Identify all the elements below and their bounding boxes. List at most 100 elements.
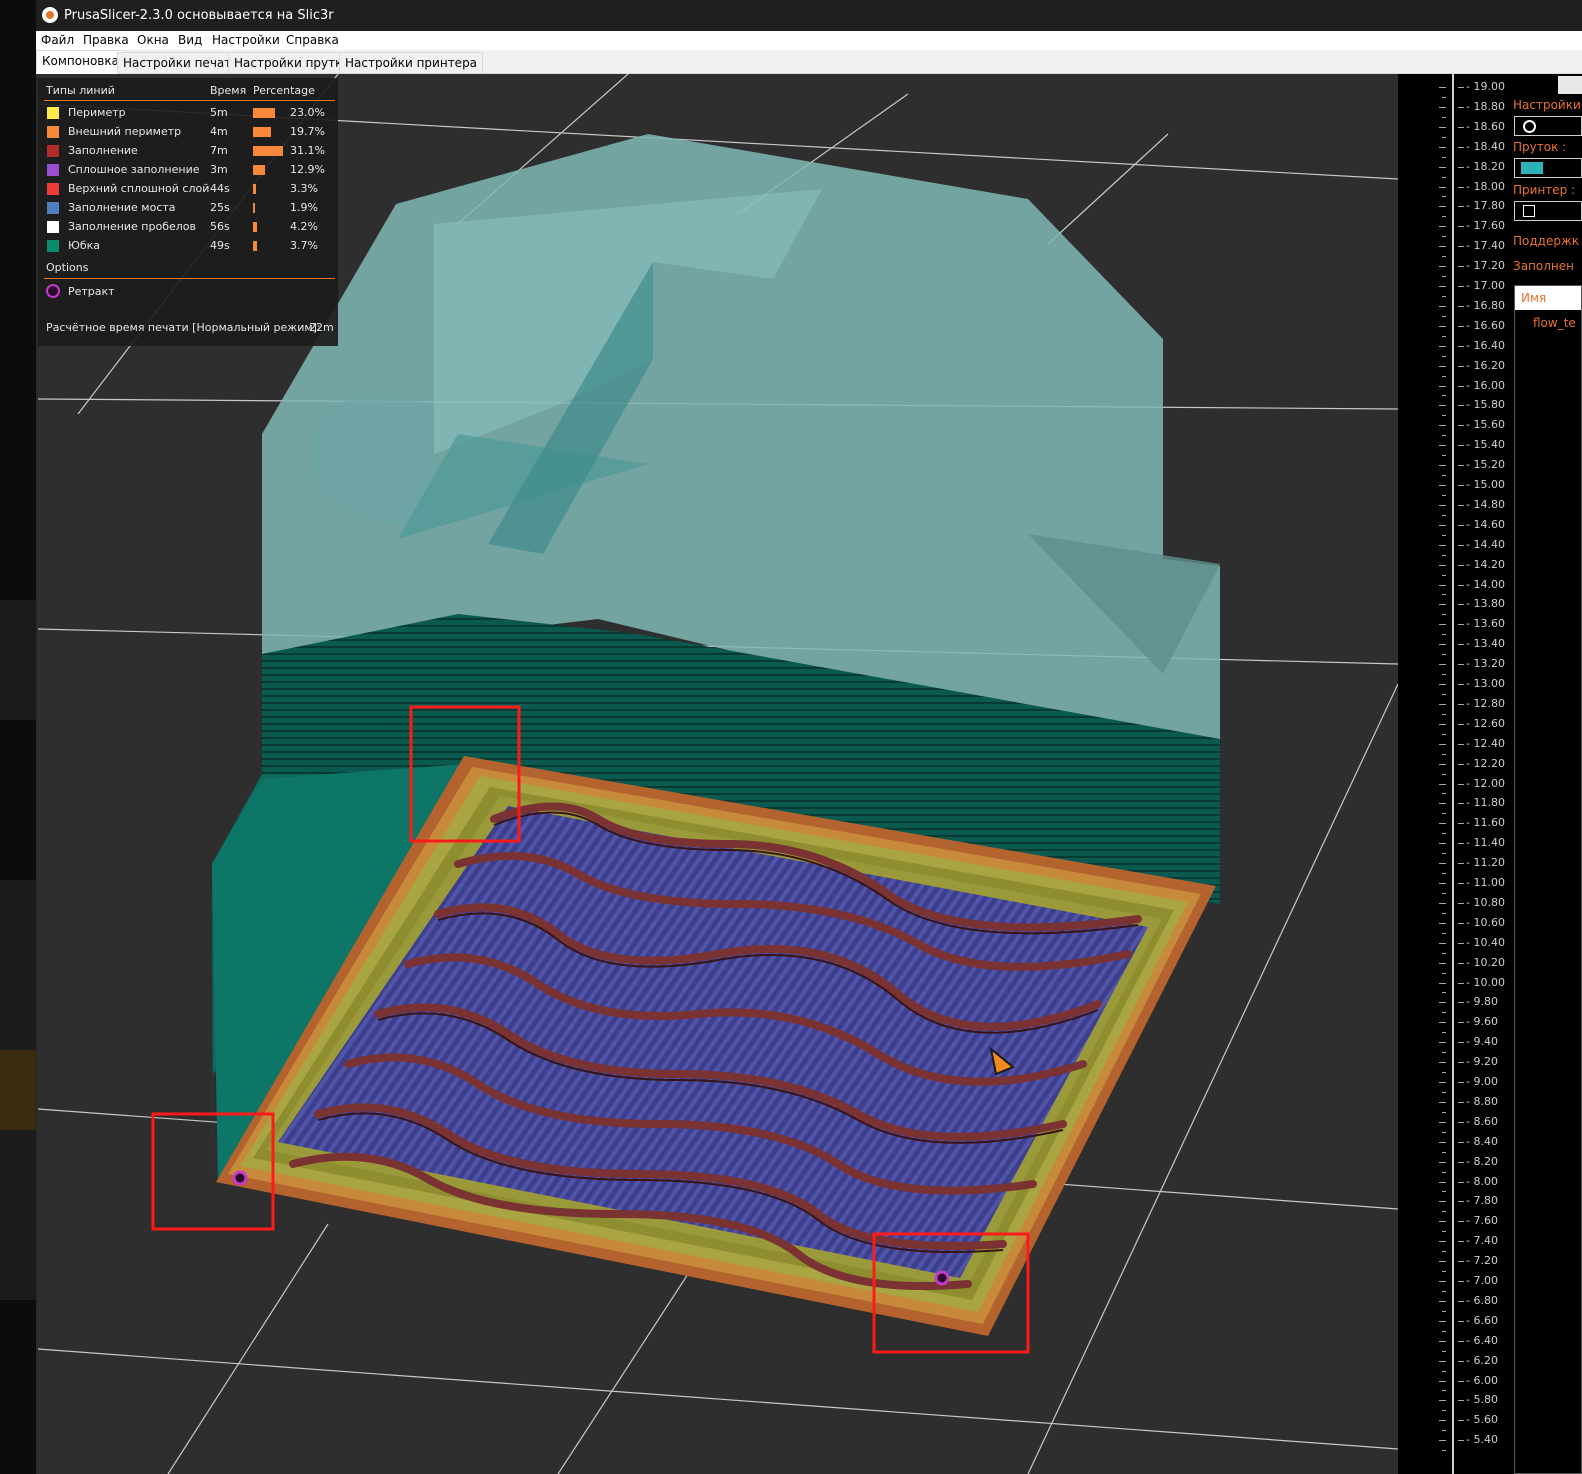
- layer-tick: [1458, 1400, 1464, 1402]
- layer-tick: [1458, 843, 1464, 845]
- legend-panel: Типы линий Время Percentage Периметр 5m …: [38, 78, 338, 346]
- layer-height-label: - 10.60: [1466, 915, 1505, 929]
- layer-minor-tick: [1442, 932, 1446, 934]
- layer-minor-tick: [1442, 494, 1446, 496]
- layer-tick: [1458, 325, 1464, 327]
- sidebar-top-button[interactable]: [1558, 76, 1582, 94]
- layer-height-label: - 13.60: [1466, 617, 1505, 631]
- color-swatch: [47, 183, 59, 195]
- layer-height-label: - 8.20: [1466, 1154, 1498, 1168]
- layer-tick: [1439, 783, 1446, 785]
- legend-row[interactable]: Верхний сплошной слой 44s 3.3%: [38, 180, 338, 199]
- printer-combo[interactable]: [1514, 201, 1582, 221]
- tab-bar: Компоновка Настройки печати Настройки пр…: [36, 50, 1582, 74]
- legend-row[interactable]: Юбка 49s 3.7%: [38, 237, 338, 256]
- layer-tick: [1458, 106, 1464, 108]
- layer-height-label: - 16.80: [1466, 298, 1505, 312]
- layer-slider-track[interactable]: [1452, 74, 1454, 1474]
- layer-height-label: - 18.40: [1466, 139, 1505, 153]
- percentage-bar: [253, 146, 283, 156]
- layer-height-label: - 8.60: [1466, 1114, 1498, 1128]
- object-list[interactable]: Имя flow_te: [1514, 285, 1582, 1474]
- layer-minor-tick: [1442, 892, 1446, 894]
- layer-height-label: - 11.00: [1466, 876, 1505, 889]
- layer-tick: [1439, 1281, 1446, 1282]
- layer-tick: [1458, 624, 1464, 626]
- layer-tick: [1458, 524, 1464, 526]
- retract-marker: [232, 1170, 248, 1186]
- layer-slider[interactable]: - 19.00 - 18.80 - 18.60 - 18.40 - 18.20 - 18.…: [1398, 74, 1512, 1474]
- filament-combo[interactable]: [1514, 158, 1582, 178]
- print-settings-combo[interactable]: [1514, 116, 1582, 136]
- layer-minor-tick: [1442, 295, 1446, 297]
- menu-edit[interactable]: Правка: [83, 33, 129, 47]
- layer-tick: [1458, 863, 1464, 865]
- layer-tick: [1458, 445, 1464, 447]
- layer-tick: [1458, 465, 1464, 467]
- layer-height-label: - 5.40: [1466, 1433, 1498, 1447]
- layer-tick: [1439, 1340, 1446, 1342]
- layer-tick: [1458, 1241, 1464, 1243]
- layer-minor-tick: [1442, 773, 1446, 775]
- layer-tick: [1439, 703, 1446, 705]
- layer-tick: [1458, 126, 1464, 128]
- layer-tick: [1439, 1101, 1446, 1103]
- layer-height-label: - 7.20: [1466, 1254, 1498, 1268]
- tab-print-settings[interactable]: Настройки печати: [117, 52, 246, 74]
- legend-row[interactable]: Внешний периметр 4m 19.7%: [38, 123, 338, 142]
- layer-height-label: - 11.20: [1466, 856, 1505, 870]
- layer-minor-tick: [1442, 1370, 1446, 1372]
- layer-height-label: - 15.00: [1466, 478, 1505, 491]
- layer-minor-tick: [1442, 475, 1446, 477]
- layer-minor-tick: [1442, 594, 1446, 596]
- gear-icon: [1523, 120, 1536, 133]
- color-swatch: [47, 202, 59, 214]
- menu-help[interactable]: Справка: [286, 33, 339, 47]
- layer-tick: [1458, 1082, 1464, 1083]
- layer-tick: [1439, 982, 1446, 984]
- menu-view[interactable]: Вид: [178, 33, 202, 47]
- menu-file[interactable]: Файл: [41, 33, 74, 47]
- layer-height-label: - 15.40: [1466, 438, 1505, 452]
- layer-minor-tick: [1442, 873, 1446, 875]
- legend-row[interactable]: Заполнение 7m 31.1%: [38, 142, 338, 161]
- layer-minor-tick: [1442, 355, 1446, 357]
- legend-row[interactable]: Заполнение пробелов 56s 4.2%: [38, 218, 338, 237]
- tab-printer-settings[interactable]: Настройки принтера: [339, 52, 484, 74]
- object-list-item[interactable]: flow_te: [1533, 316, 1576, 330]
- layer-minor-tick: [1442, 1171, 1446, 1173]
- layer-minor-tick: [1442, 1072, 1446, 1074]
- layer-tick: [1439, 723, 1446, 725]
- layer-tick: [1458, 922, 1464, 924]
- legend-row-name: Верхний сплошной слой: [68, 182, 210, 195]
- menu-settings[interactable]: Настройки: [212, 33, 280, 47]
- layer-minor-tick: [1442, 514, 1446, 516]
- tab-plater[interactable]: Компоновка: [36, 50, 125, 74]
- legend-option-row[interactable]: Ретракт: [38, 283, 338, 302]
- layer-tick: [1439, 206, 1446, 208]
- layer-tick: [1439, 803, 1446, 805]
- percentage-bar: [253, 184, 256, 194]
- layer-minor-tick: [1442, 256, 1446, 258]
- layer-height-label: - 16.60: [1466, 318, 1505, 332]
- layer-tick: [1439, 1360, 1446, 1362]
- layer-tick: [1439, 1400, 1446, 1402]
- layer-minor-tick: [1442, 1052, 1446, 1054]
- legend-row[interactable]: Заполнение моста 25s 1.9%: [38, 199, 338, 218]
- legend-row-time: 49s: [210, 239, 230, 252]
- layer-height-label: - 10.80: [1466, 895, 1505, 909]
- layer-minor-tick: [1442, 1211, 1446, 1213]
- legend-row[interactable]: Периметр 5m 23.0%: [38, 104, 338, 123]
- layer-tick: [1458, 305, 1464, 307]
- layer-minor-tick: [1442, 952, 1446, 954]
- menu-windows[interactable]: Окна: [137, 33, 169, 47]
- layer-tick: [1458, 604, 1464, 606]
- layer-tick: [1458, 1161, 1464, 1163]
- layer-tick: [1439, 763, 1446, 765]
- tab-filament-settings[interactable]: Настройки прутка: [228, 52, 356, 74]
- layer-height-label: - 13.80: [1466, 597, 1505, 611]
- layer-height-label: - 12.60: [1466, 716, 1505, 730]
- legend-row[interactable]: Сплошное заполнение 3m 12.9%: [38, 161, 338, 180]
- retract-icon: [46, 284, 60, 298]
- layer-minor-tick: [1442, 534, 1446, 536]
